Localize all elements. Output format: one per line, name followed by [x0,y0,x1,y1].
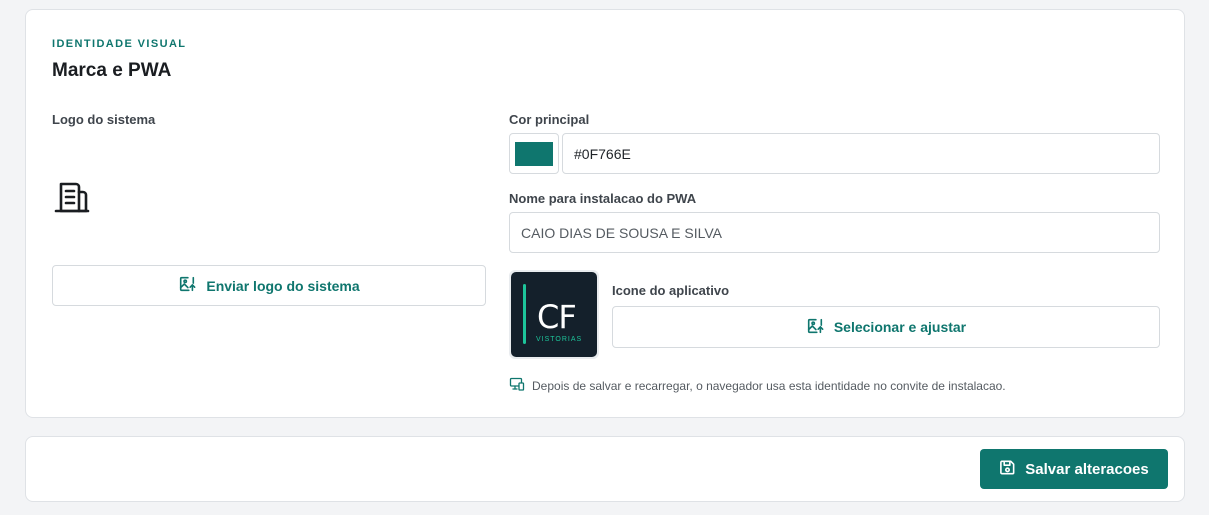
building-icon [52,178,90,216]
app-icon-label: Icone do aplicativo [612,283,730,298]
color-hex-input[interactable]: #0F766E [562,133,1160,174]
install-hint: Depois de salvar e recarregar, o navegad… [509,376,1006,395]
app-icon-subtitle: VISTORIAS [536,336,583,343]
app-icon-bar [523,284,526,344]
app-icon-preview: CF VISTORIAS [509,270,599,359]
brand-identity-card: IDENTIDADE VISUAL Marca e PWA Logo do si… [25,9,1185,418]
pwa-name-label: Nome para instalacao do PWA [509,191,697,206]
upload-logo-button[interactable]: Enviar logo do sistema [52,265,486,306]
upload-logo-label: Enviar logo do sistema [206,277,360,294]
color-swatch [515,141,553,166]
section-title: Marca e PWA [52,60,172,81]
section-eyebrow: IDENTIDADE VISUAL [52,38,187,50]
color-picker[interactable] [509,133,559,174]
save-button-label: Salvar alteracoes [1025,460,1149,478]
logo-label: Logo do sistema [52,112,156,127]
footer-card: Salvar alteracoes [25,436,1185,502]
pwa-name-input[interactable]: CAIO DIAS DE SOUSA E SILVA [509,212,1160,253]
image-upload-icon [806,317,824,338]
color-label: Cor principal [509,112,590,127]
save-button[interactable]: Salvar alteracoes [980,449,1168,489]
save-icon [999,459,1016,480]
devices-icon [509,376,525,395]
select-icon-label: Selecionar e ajustar [833,319,967,335]
install-hint-text: Depois de salvar e recarregar, o navegad… [532,378,1006,393]
app-icon-letters: CF [537,298,577,336]
image-upload-icon [178,275,196,296]
select-icon-button[interactable]: Selecionar e ajustar [612,306,1160,348]
